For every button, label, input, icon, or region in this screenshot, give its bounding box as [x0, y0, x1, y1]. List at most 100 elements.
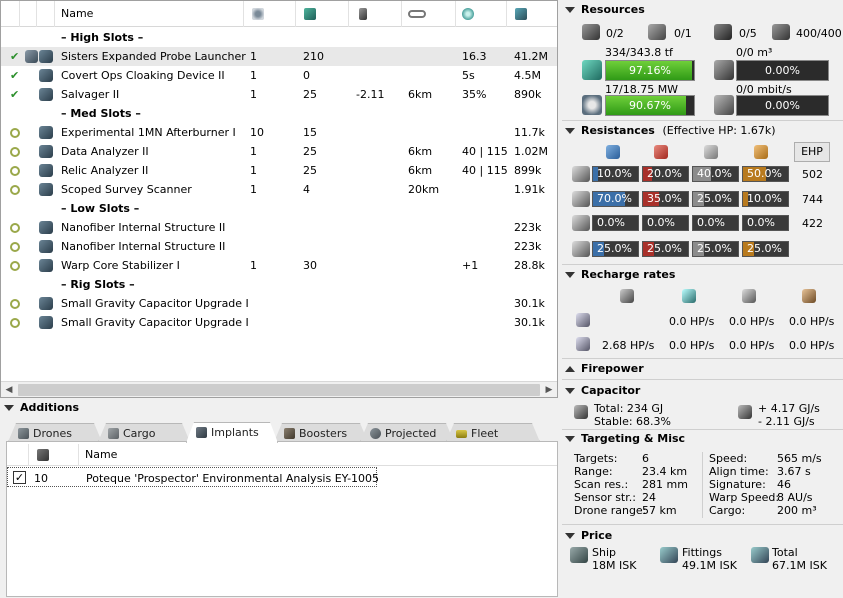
slot-header[interactable]: – Med Slots – — [1, 104, 557, 123]
implant-name: Poteque 'Prospector' Environmental Analy… — [86, 472, 380, 485]
header-state-col[interactable] — [1, 1, 20, 27]
module-stat-6: 1.91k — [514, 183, 545, 196]
module-icon — [39, 88, 53, 101]
module-online-icon[interactable]: ✔ — [10, 47, 19, 66]
targeting-divider — [702, 452, 703, 518]
module-name: Sisters Expanded Probe Launcher — [61, 50, 246, 63]
resistances-header[interactable]: Resistances (Effective HP: 1.67k) — [565, 124, 776, 138]
tab-fleet[interactable]: Fleet — [446, 423, 540, 442]
module-row[interactable]: ✔ Sisters Expanded Probe Launcher 1 210 16.3… — [1, 47, 557, 66]
shield-recharge-icon — [682, 289, 696, 303]
header-icon-col[interactable] — [20, 1, 37, 27]
module-row[interactable]: Data Analyzer II 1 25 6km 40 | 115 1.02M — [1, 142, 557, 161]
module-row[interactable]: Scoped Survey Scanner 1 4 20km 1.91k — [1, 180, 557, 199]
fitting-list[interactable]: Name – High Slots – ✔ Sisters Expanded Pro… — [0, 0, 558, 398]
module-offline-icon[interactable] — [10, 128, 20, 138]
module-row[interactable]: Experimental 1MN Afterburner I 10 15 11.7k — [1, 123, 557, 142]
collapse-arrow-icon[interactable] — [565, 272, 575, 278]
price-header[interactable]: Price — [565, 529, 612, 543]
expand-arrow-icon[interactable] — [565, 366, 575, 372]
module-icon — [39, 183, 53, 196]
module-row[interactable]: Relic Analyzer II 1 25 6km 40 | 115 899k — [1, 161, 557, 180]
collapse-arrow-icon[interactable] — [565, 7, 575, 13]
module-row[interactable]: Small Gravity Capacitor Upgrade I 30.1k — [1, 313, 557, 332]
resist-value: 25.0% — [697, 192, 732, 205]
module-offline-icon[interactable] — [10, 223, 20, 233]
collapse-arrow-icon[interactable] — [565, 533, 575, 539]
damage-pattern-icon[interactable] — [572, 241, 590, 257]
module-name: Small Gravity Capacitor Upgrade I — [61, 297, 249, 310]
slot-header[interactable]: – High Slots – — [1, 28, 557, 47]
module-charge-icon — [25, 50, 38, 63]
header-meta-col[interactable] — [37, 1, 55, 27]
module-row[interactable]: Small Gravity Capacitor Upgrade I 30.1k — [1, 294, 557, 313]
tab-projected[interactable]: Projected — [360, 423, 454, 442]
header-slot-col[interactable] — [29, 444, 79, 466]
implant-slot-icon — [37, 449, 49, 461]
recharge-header[interactable]: Recharge rates — [565, 268, 675, 282]
shield-resist-explosive: 50.0% — [742, 166, 789, 182]
resources-header[interactable]: Resources — [565, 3, 645, 17]
module-row[interactable]: Nanofiber Internal Structure II 223k — [1, 237, 557, 256]
effective-hp: (Effective HP: 1.67k) — [662, 124, 776, 137]
module-offline-icon[interactable] — [10, 299, 20, 309]
additions-header[interactable]: Additions — [4, 401, 79, 414]
tab-implants[interactable]: Implants — [186, 422, 278, 443]
header-powergrid-col[interactable] — [296, 1, 349, 27]
module-stat-1: 1 — [250, 50, 257, 63]
implant-row[interactable]: ✓ 10 Poteque 'Prospector' Environmental … — [7, 467, 380, 487]
collapse-arrow-icon[interactable] — [565, 436, 575, 442]
slot-header[interactable]: – Low Slots – — [1, 199, 557, 218]
header-falloff-col[interactable] — [456, 1, 507, 27]
targeting-header[interactable]: Targeting & Misc — [565, 432, 685, 446]
header-name-col[interactable]: Name — [55, 1, 244, 27]
tab-drones[interactable]: Drones — [8, 423, 102, 442]
module-name: Scoped Survey Scanner — [61, 183, 192, 196]
module-row[interactable]: Nanofiber Internal Structure II 223k — [1, 218, 557, 237]
implants-list[interactable]: Name ✓ 10 Poteque 'Prospector' Environme… — [6, 441, 558, 597]
module-online-icon[interactable]: ✔ — [10, 66, 19, 85]
targeting-value: 565 m/s — [777, 452, 822, 465]
header-capacitor-col[interactable] — [349, 1, 402, 27]
module-icon — [39, 316, 53, 329]
tab-boosters[interactable]: Boosters — [274, 423, 368, 442]
module-row[interactable]: ✔ Salvager II 1 25 -2.11 6km 35% 890k — [1, 85, 557, 104]
scroll-left-arrow-icon[interactable]: ◀ — [1, 382, 17, 398]
module-offline-icon[interactable] — [10, 185, 20, 195]
module-offline-icon[interactable] — [10, 318, 20, 328]
ehp-toggle-button[interactable]: EHP — [794, 142, 830, 162]
collapse-arrow-icon[interactable] — [565, 128, 575, 134]
collapse-arrow-icon[interactable] — [565, 388, 575, 394]
module-stat-1: 1 — [250, 164, 257, 177]
header-cpu-col[interactable] — [244, 1, 296, 27]
horizontal-scrollbar[interactable]: ◀ ▶ — [1, 381, 557, 397]
module-row[interactable]: Warp Core Stabilizer I 1 30 +1 28.8k — [1, 256, 557, 275]
implant-header-name: Name — [85, 448, 118, 461]
capacitor-header[interactable]: Capacitor — [565, 384, 640, 398]
module-offline-icon[interactable] — [10, 261, 20, 271]
module-offline-icon[interactable] — [10, 147, 20, 157]
firepower-header[interactable]: Firepower — [565, 362, 644, 376]
header-price-col[interactable] — [507, 1, 557, 27]
module-stat-2: 0 — [303, 69, 310, 82]
module-stat-6: 28.8k — [514, 259, 545, 272]
module-offline-icon[interactable] — [10, 166, 20, 176]
header-check-col[interactable] — [7, 444, 29, 466]
header-range-col[interactable] — [402, 1, 456, 27]
powergrid-percent: 90.67% — [629, 99, 671, 112]
recharge-r2-v3: 0.0 HP/s — [789, 339, 835, 352]
module-row[interactable]: ✔ Covert Ops Cloaking Device II 1 0 5s 4.5M — [1, 66, 557, 85]
implant-enabled-checkbox[interactable]: ✓ — [13, 471, 26, 484]
scroll-right-arrow-icon[interactable]: ▶ — [541, 382, 557, 398]
collapse-arrow-icon[interactable] — [4, 405, 14, 411]
slot-header[interactable]: – Rig Slots – — [1, 275, 557, 294]
targeting-value: 24 — [642, 491, 656, 504]
module-online-icon[interactable]: ✔ — [10, 85, 19, 104]
header-implant-name-col[interactable]: Name — [79, 444, 557, 466]
hull-hp: 422 — [802, 217, 823, 230]
tab-cargo[interactable]: Cargo — [98, 423, 190, 442]
module-offline-icon[interactable] — [10, 242, 20, 252]
drone-bw-bar: 0.00% — [736, 95, 829, 116]
total-price-icon — [751, 547, 769, 563]
scrollbar-thumb[interactable] — [18, 384, 540, 396]
